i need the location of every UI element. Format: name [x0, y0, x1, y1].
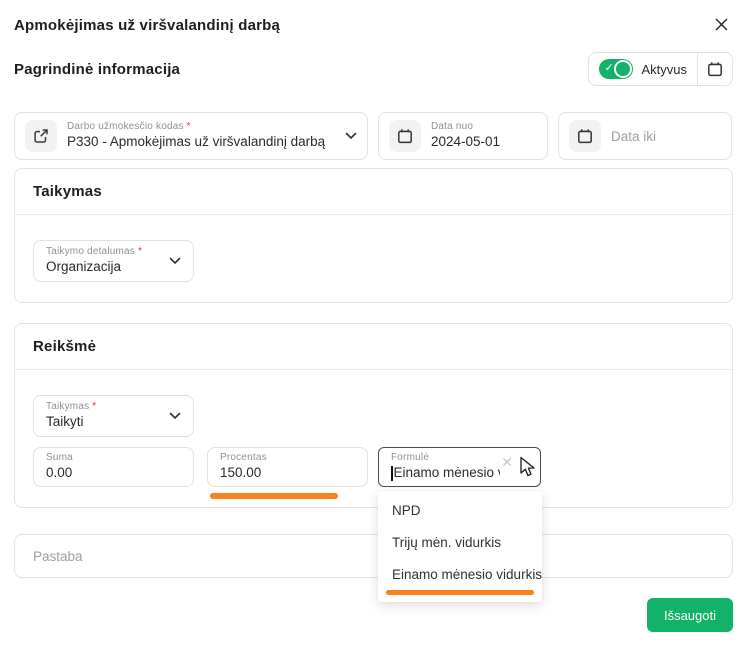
date-to-field[interactable]: Data iki — [558, 112, 732, 160]
suma-value: 0.00 — [46, 465, 181, 482]
taikymas-select-value: Taikyti — [46, 414, 96, 431]
close-button[interactable] — [709, 12, 733, 36]
salary-code-value: P330 - Apmokėjimas už viršvalandinį darb… — [67, 134, 325, 151]
pastaba-input[interactable] — [33, 549, 714, 564]
procentas-value: 150.00 — [220, 465, 355, 482]
taikymo-detalumas-label: Taikymo detalumas * — [46, 246, 142, 259]
chevron-down-icon — [163, 412, 181, 420]
close-icon — [714, 17, 729, 32]
date-from-value: 2024-05-01 — [431, 134, 500, 151]
suma-label: Suma — [46, 452, 181, 465]
formule-field-focused[interactable]: Formulė Einamo mėnesio vidu ✕ — [378, 447, 541, 487]
dropdown-option-einamo-menesio-vidurkis[interactable]: Einamo mėnesio vidurkis — [378, 558, 542, 590]
procentas-label: Procentas — [220, 452, 355, 465]
taikymas-select-label: Taikymas * — [46, 401, 96, 414]
salary-code-label: Darbo užmokesčio kodas * — [67, 121, 325, 134]
subheader: Pagrindinė informacija ✓ Aktyvus — [14, 52, 733, 86]
dropdown-option-npd[interactable]: NPD — [378, 494, 542, 526]
highlight-underline — [386, 590, 534, 595]
date-from-field[interactable]: Data nuo 2024-05-01 — [378, 112, 548, 160]
taikymo-detalumas-value: Organizacija — [46, 259, 142, 276]
formule-dropdown: NPD Trijų mėn. vidurkis Einamo mėnesio v… — [378, 491, 542, 602]
taikymo-detalumas-content: Taikymo detalumas * Organizacija — [46, 246, 142, 275]
subheader-title: Pagrindinė informacija — [14, 61, 180, 78]
date-from-content: Data nuo 2024-05-01 — [431, 121, 500, 150]
check-icon: ✓ — [604, 63, 613, 74]
clear-icon[interactable]: ✕ — [501, 455, 513, 469]
section-taikymas-body: Taikymo detalumas * Organizacija — [15, 215, 732, 302]
calendar-icon[interactable] — [389, 120, 421, 152]
date-from-label: Data nuo — [431, 121, 500, 134]
active-toggle[interactable]: ✓ Aktyvus — [589, 53, 697, 85]
chevron-down-icon — [339, 132, 357, 140]
chevron-down-icon — [163, 257, 181, 265]
suma-field[interactable]: Suma 0.00 — [33, 447, 194, 487]
save-button[interactable]: Išsaugoti — [647, 598, 733, 632]
pastaba-field[interactable] — [14, 534, 733, 578]
taikymo-detalumas-select[interactable]: Taikymo detalumas * Organizacija — [33, 240, 194, 282]
footer: Išsaugoti — [14, 598, 733, 632]
text-caret — [391, 466, 393, 481]
taikymas-select[interactable]: Taikymas * Taikyti — [33, 395, 194, 437]
modal-header: Apmokėjimas už viršvalandinį darbą — [14, 12, 733, 36]
procentas-field[interactable]: Procentas 150.00 — [207, 447, 368, 487]
mouse-cursor-icon — [518, 456, 537, 479]
section-reiksme: Reikšmė Taikymas * Taikyti Suma 0.00 Pro… — [14, 323, 733, 508]
modal-title: Apmokėjimas už viršvalandinį darbą — [14, 12, 280, 34]
highlight-underline — [210, 493, 338, 499]
active-toggle-label: Aktyvus — [641, 62, 687, 77]
values-row: Suma 0.00 Procentas 150.00 Formulė Einam… — [33, 447, 714, 487]
formule-label: Formulė — [391, 452, 500, 465]
toggle-thumb — [614, 60, 632, 78]
salary-code-select[interactable]: Darbo užmokesčio kodas * P330 - Apmokėji… — [14, 112, 368, 160]
active-controls: ✓ Aktyvus — [588, 52, 733, 86]
toggle-switch-on[interactable]: ✓ — [599, 59, 633, 79]
section-taikymas-title: Taikymas — [15, 169, 732, 215]
calendar-icon — [707, 61, 723, 77]
dropdown-option-triju-men-vidurkis[interactable]: Trijų mėn. vidurkis — [378, 526, 542, 558]
section-taikymas: Taikymas Taikymo detalumas * Organizacij… — [14, 168, 733, 303]
calendar-icon[interactable] — [569, 120, 601, 152]
section-reiksme-body: Taikymas * Taikyti Suma 0.00 Procentas 1… — [15, 370, 732, 507]
main-fields-row: Darbo užmokesčio kodas * P330 - Apmokėji… — [14, 112, 733, 160]
section-reiksme-title: Reikšmė — [15, 324, 732, 370]
overtime-pay-modal: Apmokėjimas už viršvalandinį darbą Pagri… — [0, 0, 747, 647]
salary-code-content: Darbo užmokesčio kodas * P330 - Apmokėji… — [67, 121, 325, 150]
formule-value: Einamo mėnesio vidu — [391, 465, 500, 482]
history-calendar-button[interactable] — [698, 53, 732, 85]
external-link-icon[interactable] — [25, 120, 57, 152]
taikymas-select-content: Taikymas * Taikyti — [46, 401, 96, 430]
date-to-placeholder: Data iki — [611, 129, 656, 144]
